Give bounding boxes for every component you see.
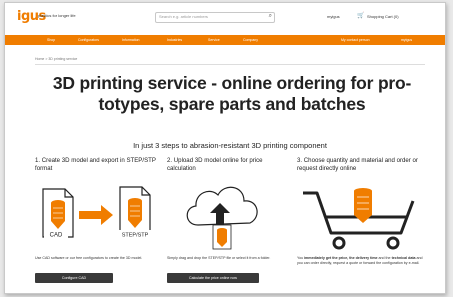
step-2-description: Simply drag and drop the STEP/STP file o… (167, 256, 271, 260)
site-header: igus plastics for longer life Search e.g… (5, 3, 445, 27)
nav-item-contact-person[interactable]: My contact person (341, 38, 370, 42)
nav-item-service[interactable]: Service (208, 38, 220, 42)
cloud-upload-icon (186, 186, 258, 250)
myigus-link[interactable]: myigus (327, 14, 340, 19)
page-title: 3D printing service - online ordering fo… (52, 73, 412, 114)
step-3-description: You immediately get the price, the deliv… (297, 256, 423, 265)
nav-item-myigus[interactable]: myigus (401, 38, 412, 42)
step-1-description: Use CAD software or our free configurato… (35, 256, 143, 260)
shopping-cart-icon (303, 188, 415, 250)
calculate-price-button[interactable]: Calculate the price online now (167, 273, 259, 283)
nav-item-configurators[interactable]: Configurators (78, 38, 99, 42)
step-1-heading: 1. Create 3D model and export in STEP/ST… (35, 157, 156, 172)
arrow-right-icon (79, 205, 113, 225)
cad-file-icon: CAD (42, 188, 74, 239)
step-3-heading: 3. Choose quantity and material and orde… (297, 157, 418, 172)
nav-item-shop[interactable]: Shop (47, 38, 55, 42)
search-input[interactable]: Search e.g. article numbers ⌕ (155, 12, 275, 23)
page-subtitle: In just 3 steps to abrasion-resistant 3D… (133, 141, 327, 150)
cad-label: CAD (50, 233, 63, 239)
browser-page: igus plastics for longer life Search e.g… (4, 2, 446, 294)
logo-tagline: plastics for longer life (38, 13, 76, 18)
search-icon[interactable]: ⌕ (269, 13, 272, 20)
nav-item-information[interactable]: Information (122, 38, 140, 42)
step-file-icon: STEP/STP (118, 186, 152, 239)
shopping-cart-link[interactable]: Shopping Cart (0) (367, 14, 399, 19)
step-stp-label: STEP/STP (122, 233, 149, 239)
divider (35, 64, 425, 65)
nav-item-company[interactable]: Company (243, 38, 258, 42)
cad-to-step-illustration: CAD STEP/STP (42, 186, 152, 239)
cart-icon[interactable]: 🛒 (357, 12, 364, 19)
configure-cad-button[interactable]: Configure CAD (35, 273, 113, 283)
breadcrumb: Home > 3D printing service (35, 57, 77, 61)
breadcrumb-home[interactable]: Home (35, 57, 44, 61)
nav-item-industries[interactable]: Industries (167, 38, 182, 42)
search-placeholder: Search e.g. article numbers (159, 14, 208, 19)
step-2-heading: 2. Upload 3D model online for price calc… (167, 157, 263, 172)
main-nav: Shop Configurators Information Industrie… (5, 35, 445, 45)
breadcrumb-current: 3D printing service (48, 57, 78, 61)
